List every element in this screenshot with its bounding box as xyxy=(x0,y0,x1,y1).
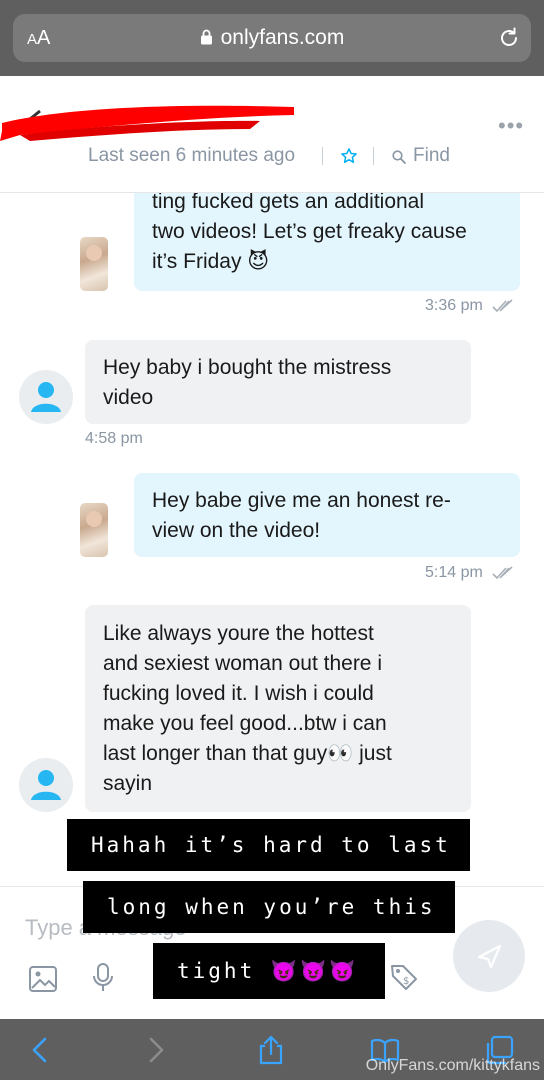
message-line: video xyxy=(103,386,154,409)
message-line: last longer than that guy👀 just xyxy=(103,742,392,765)
send-button[interactable] xyxy=(453,920,525,992)
svg-text:$: $ xyxy=(403,976,409,987)
share-icon[interactable] xyxy=(256,1035,286,1065)
message-line: and sexiest woman out there i xyxy=(103,652,382,675)
more-options-button[interactable]: ••• xyxy=(498,113,524,139)
search-icon[interactable] xyxy=(392,150,406,164)
image-icon[interactable] xyxy=(28,964,58,994)
read-receipt-icon xyxy=(492,566,513,580)
star-icon[interactable] xyxy=(340,147,358,165)
creator-avatar[interactable] xyxy=(80,503,108,557)
caption-line: Hahah it’s hard to last xyxy=(67,819,470,871)
reload-icon[interactable] xyxy=(497,26,521,50)
last-seen-status: Last seen 6 minutes ago xyxy=(88,145,296,166)
forward-icon[interactable] xyxy=(140,1035,170,1065)
divider xyxy=(322,147,323,165)
message-outgoing: ting fucked gets an additional two video… xyxy=(134,193,520,291)
message-line: Hey babe give me an honest re- xyxy=(152,489,451,512)
message-line: make you feel good...btw i can xyxy=(103,712,387,735)
user-icon xyxy=(31,770,61,800)
message-line: Like always youre the hottest xyxy=(103,622,374,645)
microphone-icon[interactable] xyxy=(88,962,118,992)
message-line: Hey baby i bought the mistress xyxy=(103,356,392,379)
divider xyxy=(373,147,374,165)
price-tag-icon[interactable]: $ xyxy=(389,962,419,992)
message-line: it’s Friday 😈 xyxy=(152,250,270,273)
message-line: fucking loved it. I wish i could xyxy=(103,682,374,705)
browser-top-bar: AA onlyfans.com xyxy=(0,0,544,76)
message-incoming: Hey baby i bought the mistress video xyxy=(85,340,471,424)
message-line: ting fucked gets an additional xyxy=(152,193,425,213)
caption-line: long when you’re this xyxy=(83,881,455,933)
redaction-mark xyxy=(0,105,294,141)
message-outgoing: Hey babe give me an honest re- view on t… xyxy=(134,473,520,557)
lock-icon xyxy=(200,29,212,45)
back-icon[interactable] xyxy=(26,1035,56,1065)
message-line: view on the video! xyxy=(152,519,321,542)
watermark: OnlyFans.com/kittykfans xyxy=(365,1057,540,1074)
message-line: sayin xyxy=(103,772,153,795)
address-bar[interactable]: AA onlyfans.com xyxy=(13,14,531,62)
caption-line: tight 😈😈😈 xyxy=(153,943,385,999)
user-icon xyxy=(31,382,61,412)
message-incoming: Like always youre the hottest and sexies… xyxy=(85,605,471,812)
message-time: 5:14 pm xyxy=(425,564,483,581)
message-line: two videos! Let’s get freaky cause xyxy=(152,220,467,243)
send-icon xyxy=(477,944,502,969)
read-receipt-icon xyxy=(492,299,513,313)
creator-avatar[interactable] xyxy=(80,237,108,291)
user-avatar[interactable] xyxy=(19,370,73,424)
user-avatar[interactable] xyxy=(19,758,73,812)
message-time: 3:36 pm xyxy=(425,297,483,314)
domain-label: onlyfans.com xyxy=(220,26,345,49)
message-time: 4:58 pm xyxy=(85,430,143,447)
find-button[interactable]: Find xyxy=(413,145,450,167)
